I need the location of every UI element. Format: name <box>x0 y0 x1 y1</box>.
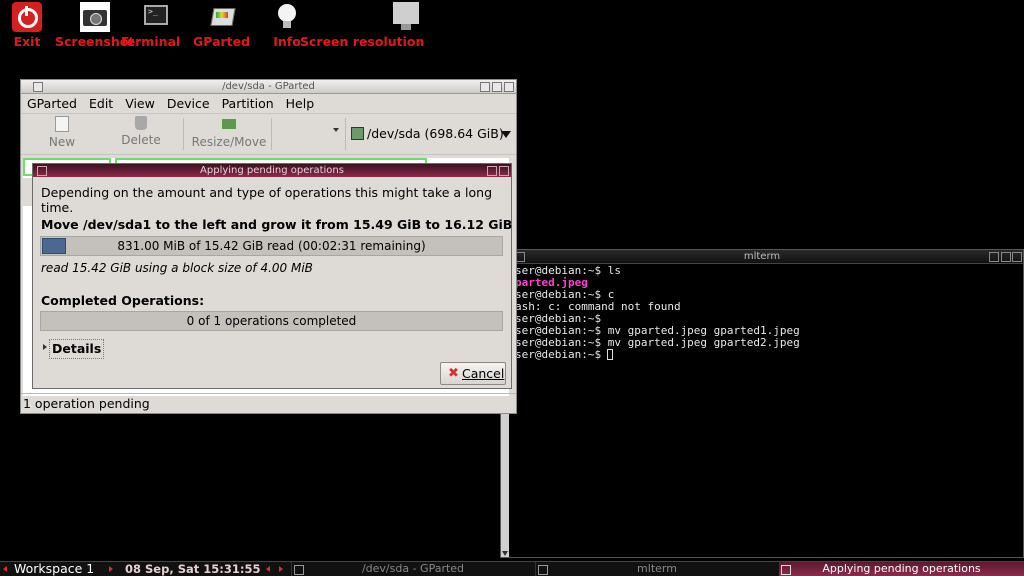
gparted-title: /dev/sda - GParted <box>222 81 315 92</box>
terminal-label: Terminal <box>122 34 181 49</box>
operation-heading: Move /dev/sda1 to the left and grow it f… <box>41 217 513 232</box>
close-icon[interactable] <box>1012 252 1022 262</box>
power-icon <box>12 2 42 32</box>
terminal-prompt[interactable]: ser@debian:~$ <box>515 349 608 361</box>
terminal-titlebar[interactable]: mlterm <box>501 250 1023 264</box>
taskbar: Workspace 1 08 Sep, Sat 15:31:55 /dev/sd… <box>0 561 1024 576</box>
close-icon[interactable] <box>504 82 514 92</box>
menu-partition[interactable]: Partition <box>222 96 274 111</box>
toolbar: New Delete Resize/Move /dev/sda (698.64 … <box>21 113 516 155</box>
task-gparted[interactable]: /dev/sda - GParted <box>291 562 534 576</box>
lightbulb-icon <box>272 2 302 32</box>
statusbar: 1 operation pending <box>21 393 516 413</box>
maximize-icon[interactable] <box>492 82 502 92</box>
gparted-icon <box>207 2 237 32</box>
minimize-icon[interactable] <box>487 166 497 176</box>
screen-resolution-label: Screen resolution <box>300 34 425 49</box>
toolbar-separator <box>183 118 184 150</box>
gparted-titlebar[interactable]: /dev/sda - GParted <box>21 80 516 94</box>
menu-device[interactable]: Device <box>167 96 210 111</box>
chevron-down-icon <box>501 131 511 138</box>
applying-operations-dialog[interactable]: Applying pending operations Depending on… <box>32 163 512 389</box>
toolbar-separator <box>271 118 272 150</box>
device-label: /dev/sda (698.64 GiB) <box>367 126 504 141</box>
app-icon <box>294 565 304 575</box>
maximize-icon[interactable] <box>1001 252 1011 262</box>
gparted-label: GParted <box>193 34 251 49</box>
info-label: Info <box>273 34 301 49</box>
clock: 08 Sep, Sat 15:31:55 <box>125 562 261 576</box>
exit-label: Exit <box>13 34 41 49</box>
terminal-desktop-icon[interactable]: >_ Terminal <box>122 0 190 49</box>
task-mlterm-label: mlterm <box>637 562 677 575</box>
prev-workspace-icon[interactable] <box>3 566 7 572</box>
screen-resolution-desktop-icon[interactable]: Screen resolution <box>300 0 424 49</box>
scroll-down-icon[interactable] <box>502 551 508 556</box>
minimize-icon[interactable] <box>480 82 490 92</box>
exit-desktop-icon[interactable]: Exit <box>12 0 42 49</box>
terminal-title: mlterm <box>743 251 781 262</box>
trash-icon <box>135 116 147 130</box>
cancel-button[interactable]: ✖ Cancel <box>440 362 506 385</box>
task-applying-operations[interactable]: Applying pending operations <box>779 562 1024 576</box>
menu-help[interactable]: Help <box>286 96 315 111</box>
app-icon <box>781 565 791 575</box>
task-applying-label: Applying pending operations <box>822 562 981 575</box>
resize-move-button[interactable]: Resize/Move <box>191 116 267 149</box>
monitor-icon <box>347 2 420 32</box>
dialog-title: Applying pending operations <box>200 165 344 176</box>
expander-arrow-icon <box>43 344 47 350</box>
dialog-intro: Depending on the amount and type of oper… <box>41 185 493 215</box>
status-text: 1 operation pending <box>23 396 150 411</box>
toolbar-separator <box>345 118 346 150</box>
completed-text: 0 of 1 operations completed <box>186 314 357 328</box>
minimize-icon[interactable] <box>989 252 999 262</box>
resize-arrow-icon <box>222 119 236 129</box>
operation-progress-bar: 831.00 MiB of 15.42 GiB read (00:02:31 r… <box>40 236 503 256</box>
delete-button[interactable]: Delete <box>121 116 161 147</box>
completed-progress-bar: 0 of 1 operations completed <box>40 311 503 331</box>
terminal-window[interactable]: mlterm ser@debian:~$ ls parted.jpeg ser@… <box>500 249 1024 558</box>
menu-view[interactable]: View <box>125 96 155 111</box>
next-workspace-icon[interactable] <box>109 566 113 572</box>
terminal-icon: >_ <box>141 2 171 32</box>
menu-edit[interactable]: Edit <box>89 96 113 111</box>
menu-gparted[interactable]: GParted <box>27 96 77 111</box>
task-mlterm[interactable]: mlterm <box>535 562 778 576</box>
toolbar-overflow-icon[interactable] <box>333 128 339 132</box>
new-file-icon <box>55 116 69 132</box>
cancel-label: Cancel <box>462 366 505 381</box>
new-button[interactable]: New <box>47 116 77 149</box>
dialog-titlebar[interactable]: Applying pending operations <box>33 164 511 177</box>
menubar: GParted Edit View Device Partition Help <box>21 94 516 113</box>
progress-fill <box>42 238 67 254</box>
window-menu-icon[interactable] <box>37 166 47 176</box>
details-label: Details <box>49 339 105 359</box>
window-menu-icon[interactable] <box>33 82 43 92</box>
device-selector[interactable]: /dev/sda (698.64 GiB) <box>349 118 515 150</box>
camera-icon <box>79 2 110 32</box>
close-icon[interactable] <box>499 166 509 176</box>
cancel-icon: ✖ <box>448 366 459 381</box>
task-gparted-label: /dev/sda - GParted <box>361 562 465 575</box>
app-icon <box>538 565 548 575</box>
prev-task-icon[interactable] <box>266 566 270 572</box>
disk-icon <box>351 127 364 140</box>
info-desktop-icon[interactable]: Info <box>272 0 302 49</box>
gparted-desktop-icon[interactable]: GParted <box>193 0 250 49</box>
workspace-label[interactable]: Workspace 1 <box>14 562 94 576</box>
progress-text: 831.00 MiB of 15.42 GiB read (00:02:31 r… <box>117 239 426 253</box>
read-info: read 15.42 GiB using a block size of 4.0… <box>41 261 313 275</box>
next-task-icon[interactable] <box>279 566 283 572</box>
terminal-cursor <box>607 349 613 360</box>
completed-heading: Completed Operations: <box>41 293 205 308</box>
